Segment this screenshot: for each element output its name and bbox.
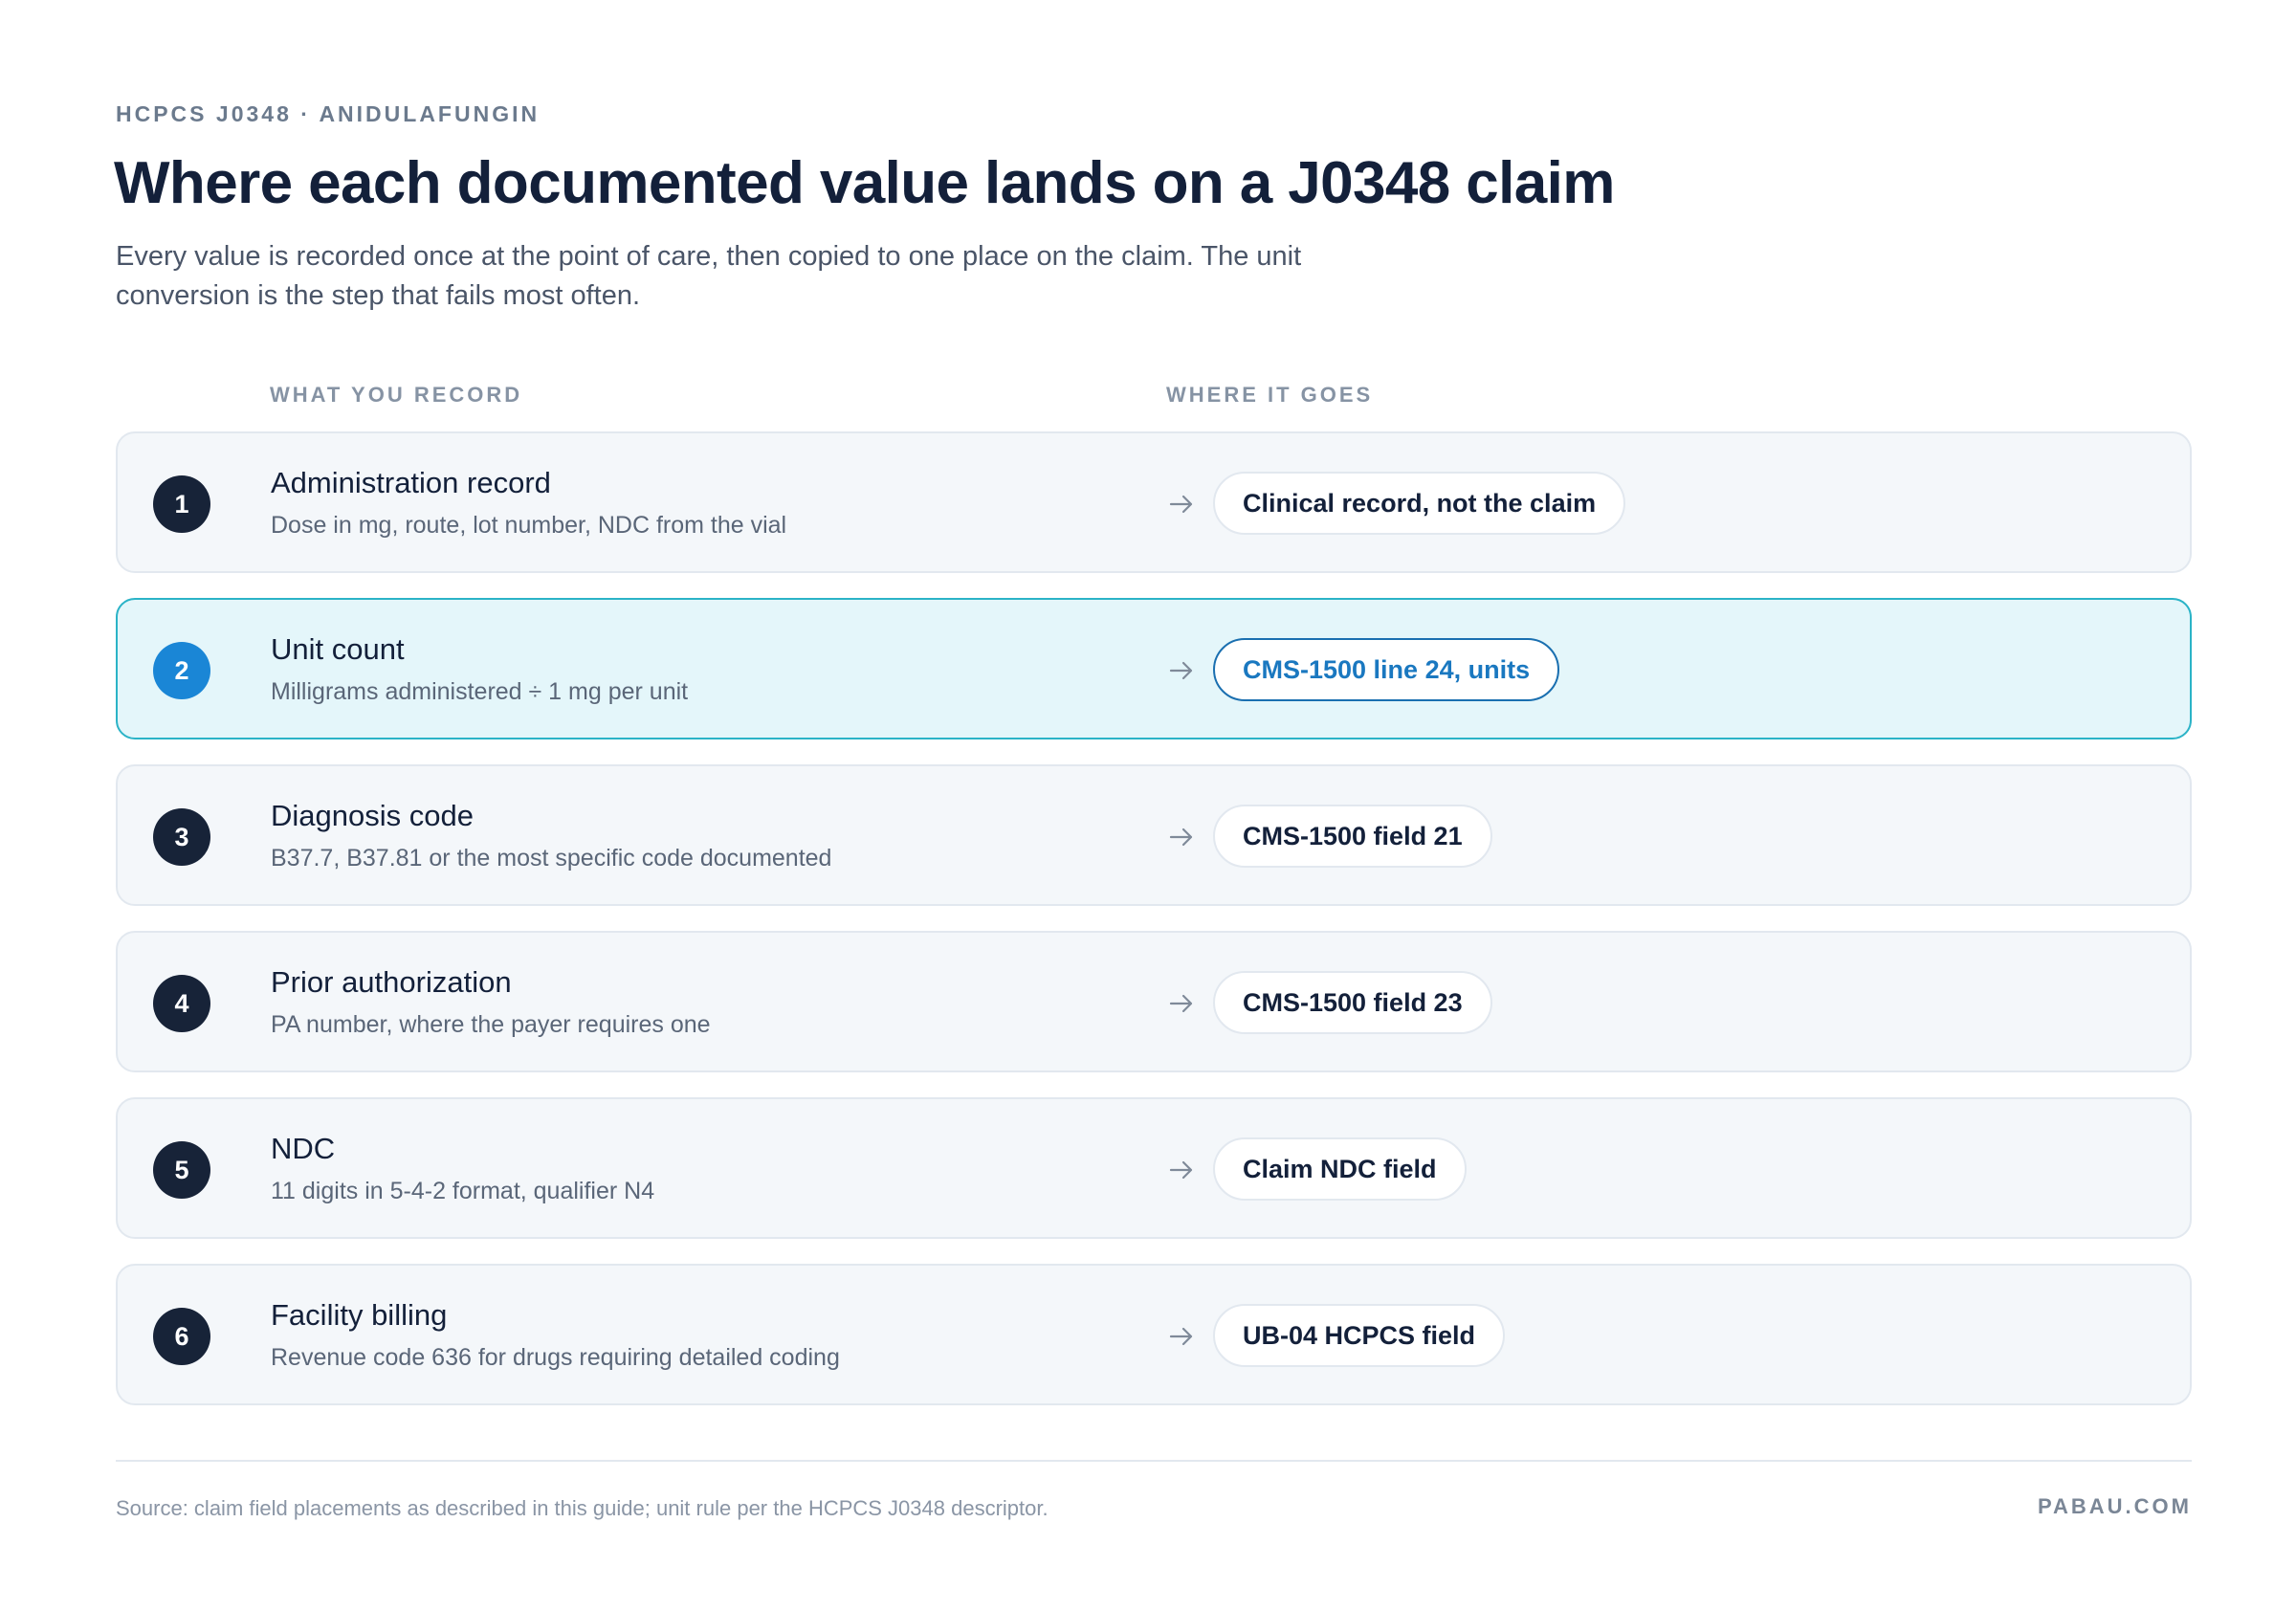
record-description: PA number, where the payer requires one [271,1011,711,1038]
mapping-row: 1 Administration record Dose in mg, rout… [116,431,2192,573]
eyebrow: HCPCS J0348 · ANIDULAFUNGIN [116,101,541,126]
record-label: NDC [271,1132,336,1165]
column-header-record: WHAT YOU RECORD [270,383,523,407]
step-number-badge: 5 [153,1141,210,1199]
destination-pill: Clinical record, not the claim [1213,472,1626,535]
footer-divider [116,1460,2192,1462]
record-label: Unit count [271,632,405,666]
step-number-badge: 2 [153,642,210,699]
arrow-right-icon [1169,1160,1193,1180]
record-description: Milligrams administered ÷ 1 mg per unit [271,678,689,705]
page-subtitle: Every value is recorded once at the poin… [116,241,1302,311]
arrow-right-icon [1169,661,1193,680]
arrow-right-icon [1169,828,1193,847]
mapping-row: 5 NDC 11 digits in 5-4-2 format, qualifi… [116,1097,2192,1239]
destination-pill: UB-04 HCPCS field [1213,1304,1506,1367]
destination-pill: Claim NDC field [1213,1137,1467,1201]
mapping-row: 2 Unit count Milligrams administered ÷ 1… [116,598,2192,739]
mapping-row: 3 Diagnosis code B37.7, B37.81 or the mo… [116,764,2192,906]
arrow-right-icon [1169,1327,1193,1346]
record-label: Administration record [271,466,551,499]
step-number-badge: 1 [153,475,210,533]
step-number-badge: 4 [153,975,210,1032]
mapping-row: 4 Prior authorization PA number, where t… [116,931,2192,1072]
page: HCPCS J0348 · ANIDULAFUNGIN Where each d… [0,0,2296,1611]
record-description: 11 digits in 5-4-2 format, qualifier N4 [271,1178,655,1204]
mapping-list: 1 Administration record Dose in mg, rout… [116,431,2192,1430]
source-note: Source: claim field placements as descri… [116,1496,1049,1520]
record-description: Revenue code 636 for drugs requiring det… [271,1344,840,1371]
destination-pill: CMS-1500 field 23 [1213,971,1492,1034]
destination-pill: CMS-1500 line 24, units [1213,638,1560,701]
record-label: Facility billing [271,1298,448,1332]
arrow-right-icon [1169,994,1193,1013]
column-header-destination: WHERE IT GOES [1166,383,1374,407]
record-description: Dose in mg, route, lot number, NDC from … [271,512,787,539]
step-number-badge: 3 [153,808,210,866]
record-label: Diagnosis code [271,799,474,832]
brand-wordmark: PABAU.COM [2037,1494,2192,1518]
mapping-row: 6 Facility billing Revenue code 636 for … [116,1264,2192,1405]
arrow-right-icon [1169,495,1193,514]
record-description: B37.7, B37.81 or the most specific code … [271,845,832,872]
page-title: Where each documented value lands on a J… [114,150,1615,216]
record-label: Prior authorization [271,965,512,999]
destination-pill: CMS-1500 field 21 [1213,805,1492,868]
step-number-badge: 6 [153,1308,210,1365]
